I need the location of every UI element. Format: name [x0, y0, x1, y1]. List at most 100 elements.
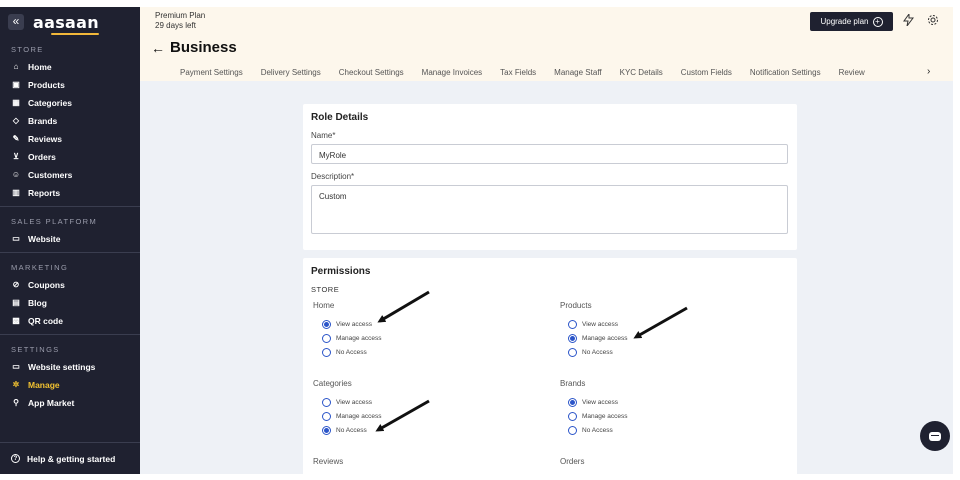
- option-label: View access: [336, 321, 373, 328]
- home-permission-title: Home: [313, 301, 335, 310]
- description-label: Description*: [311, 172, 355, 181]
- sidebar-item-brands[interactable]: ◇ Brands: [0, 112, 140, 130]
- home-manage-access-option[interactable]: Manage access: [322, 334, 382, 343]
- brands-permission-title: Brands: [560, 379, 586, 388]
- sidebar-item-manage[interactable]: ✲ Manage: [0, 376, 140, 394]
- sidebar-item-label: Reports: [28, 188, 61, 198]
- radio-button[interactable]: [568, 398, 577, 407]
- help-link[interactable]: ? Help & getting started: [0, 442, 140, 474]
- sidebar-section-sales-platform: SALES PLATFORM: [11, 217, 98, 226]
- radio-button[interactable]: [568, 348, 577, 357]
- option-label: Manage access: [336, 413, 382, 420]
- sidebar-item-reviews[interactable]: ✎ Reviews: [0, 130, 140, 148]
- home-view-access-option[interactable]: View access: [322, 320, 372, 329]
- sidebar-item-label: Manage: [28, 380, 60, 390]
- sidebar-item-label: Brands: [28, 116, 58, 126]
- cart-icon: ⊻: [13, 152, 19, 161]
- radio-button[interactable]: [568, 320, 577, 329]
- sidebar-item-app-market[interactable]: ⚲ App Market: [0, 394, 140, 412]
- sidebar-divider: [0, 334, 140, 335]
- option-label: No Access: [582, 427, 613, 434]
- sidebar-item-label: Coupons: [28, 280, 65, 290]
- settings-tabs: Payment Settings Delivery Settings Check…: [180, 68, 883, 77]
- sidebar-item-coupons[interactable]: ⊘ Coupons: [0, 276, 140, 294]
- sidebar-item-customers[interactable]: ☺ Customers: [0, 166, 140, 184]
- sidebar-item-reports[interactable]: ▥ Reports: [0, 184, 140, 202]
- sidebar-section-store: STORE: [11, 45, 44, 54]
- store-section-label: STORE: [311, 285, 340, 294]
- description-textarea[interactable]: Custom: [311, 185, 788, 234]
- home-no-access-option[interactable]: No Access: [322, 348, 367, 357]
- products-view-access-option[interactable]: View access: [568, 320, 618, 329]
- sidebar-item-website-settings[interactable]: ▭ Website settings: [0, 358, 140, 376]
- main-content: Role Details Name* MyRole Description* C…: [140, 81, 953, 474]
- tab-notification-settings[interactable]: Notification Settings: [750, 68, 821, 77]
- categories-no-access-option[interactable]: No Access: [322, 426, 367, 435]
- products-permission-title: Products: [560, 301, 592, 310]
- radio-button[interactable]: [322, 412, 331, 421]
- tab-manage-invoices[interactable]: Manage Invoices: [422, 68, 482, 77]
- tab-tax-fields[interactable]: Tax Fields: [500, 68, 536, 77]
- categories-view-access-option[interactable]: View access: [322, 398, 372, 407]
- sidebar-item-label: Website: [28, 234, 61, 244]
- radio-button[interactable]: [568, 426, 577, 435]
- name-input[interactable]: MyRole: [311, 144, 788, 164]
- tab-payment-settings[interactable]: Payment Settings: [180, 68, 243, 77]
- option-label: No Access: [582, 349, 613, 356]
- orders-permission-title: Orders: [560, 457, 585, 466]
- settings-gear-icon[interactable]: [927, 14, 939, 29]
- tab-delivery-settings[interactable]: Delivery Settings: [261, 68, 321, 77]
- tabs-scroll-right-icon[interactable]: ›: [927, 66, 930, 77]
- sidebar-item-home[interactable]: ⌂ Home: [0, 58, 140, 76]
- option-label: View access: [582, 399, 619, 406]
- sidebar-item-label: Products: [28, 80, 65, 90]
- option-label: Manage access: [582, 335, 628, 342]
- lightning-icon[interactable]: [903, 12, 914, 29]
- sidebar-divider: [0, 252, 140, 253]
- brands-view-access-option[interactable]: View access: [568, 398, 618, 407]
- sidebar-item-label: Customers: [28, 170, 73, 180]
- products-no-access-option[interactable]: No Access: [568, 348, 613, 357]
- sidebar-item-categories[interactable]: ▦ Categories: [0, 94, 140, 112]
- upgrade-plan-label: Upgrade plan: [820, 17, 869, 26]
- chat-button[interactable]: [920, 421, 950, 451]
- permissions-title: Permissions: [311, 266, 371, 277]
- tab-custom-fields[interactable]: Custom Fields: [681, 68, 732, 77]
- tab-checkout-settings[interactable]: Checkout Settings: [339, 68, 404, 77]
- categories-manage-access-option[interactable]: Manage access: [322, 412, 382, 421]
- coupon-icon: ⊘: [12, 280, 20, 289]
- option-label: No Access: [336, 427, 367, 434]
- sidebar-item-label: Orders: [28, 152, 56, 162]
- back-arrow-icon[interactable]: ←: [151, 40, 165, 56]
- tab-review[interactable]: Review: [839, 68, 865, 77]
- sidebar-item-website[interactable]: ▭ Website: [0, 230, 140, 248]
- sidebar-item-blog[interactable]: ▤ Blog: [0, 294, 140, 312]
- sidebar-item-products[interactable]: ▣ Products: [0, 76, 140, 94]
- radio-button[interactable]: [322, 426, 331, 435]
- radio-button[interactable]: [322, 348, 331, 357]
- radio-button[interactable]: [322, 398, 331, 407]
- option-label: Manage access: [336, 335, 382, 342]
- upgrade-plan-button[interactable]: Upgrade plan +: [810, 12, 893, 31]
- reviews-icon: ✎: [12, 134, 20, 143]
- tab-kyc-details[interactable]: KYC Details: [620, 68, 663, 77]
- brands-manage-access-option[interactable]: Manage access: [568, 412, 628, 421]
- sidebar-item-label: QR code: [28, 316, 63, 326]
- collapse-sidebar-icon[interactable]: «: [8, 14, 24, 30]
- brands-no-access-option[interactable]: No Access: [568, 426, 613, 435]
- products-manage-access-option[interactable]: Manage access: [568, 334, 628, 343]
- sidebar-item-label: Home: [28, 62, 52, 72]
- help-icon: ?: [11, 454, 20, 463]
- radio-button[interactable]: [322, 320, 331, 329]
- chat-icon: [929, 431, 941, 441]
- categories-permission-title: Categories: [313, 379, 352, 388]
- sidebar-item-qr-code[interactable]: ▩ QR code: [0, 312, 140, 330]
- logo[interactable]: aasaan: [33, 13, 99, 35]
- sidebar-divider: [0, 206, 140, 207]
- sidebar-item-orders[interactable]: ⊻ Orders: [0, 148, 140, 166]
- radio-button[interactable]: [322, 334, 331, 343]
- radio-button[interactable]: [568, 412, 577, 421]
- radio-button[interactable]: [568, 334, 577, 343]
- sidebar-section-settings: SETTINGS: [11, 345, 60, 354]
- tab-manage-staff[interactable]: Manage Staff: [554, 68, 601, 77]
